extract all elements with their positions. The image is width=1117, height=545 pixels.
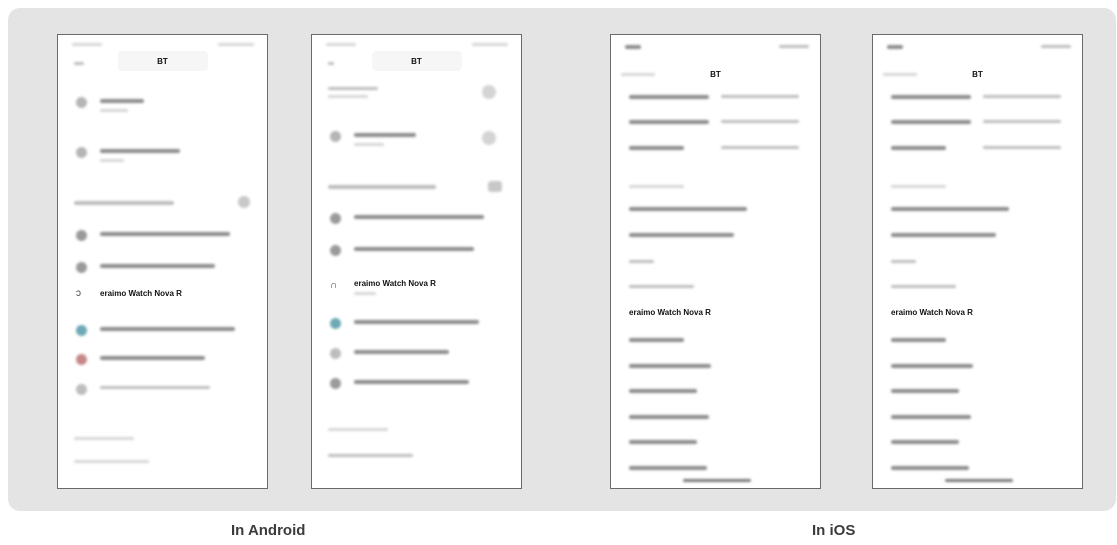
bluetooth-device-icon: ∩: [330, 280, 338, 291]
highlighted-device-name[interactable]: eraimo Watch Nova R: [100, 289, 182, 298]
screen-title: BT: [972, 70, 983, 79]
ios-screen-2: BT eraimo Watch Nova R: [872, 34, 1083, 489]
android-screen-2: BT ∩ eraimo Watch Nova R: [311, 34, 522, 489]
android-screen-1: BT ↄ eraimo Watch Nova R: [57, 34, 268, 489]
highlighted-device-name[interactable]: eraimo Watch Nova R: [629, 308, 711, 317]
highlighted-device-name[interactable]: eraimo Watch Nova R: [354, 279, 436, 288]
bluetooth-device-icon: ↄ: [76, 288, 81, 299]
ios-screen-1: BT eraimo Watch Nova R: [610, 34, 821, 489]
home-indicator: [683, 479, 751, 482]
caption-ios: In iOS: [812, 522, 856, 539]
highlighted-device-name[interactable]: eraimo Watch Nova R: [891, 308, 973, 317]
screen-title: BT: [157, 57, 168, 66]
home-indicator: [945, 479, 1013, 482]
screen-title: BT: [710, 70, 721, 79]
caption-android: In Android: [231, 522, 306, 539]
screen-title: BT: [411, 57, 422, 66]
